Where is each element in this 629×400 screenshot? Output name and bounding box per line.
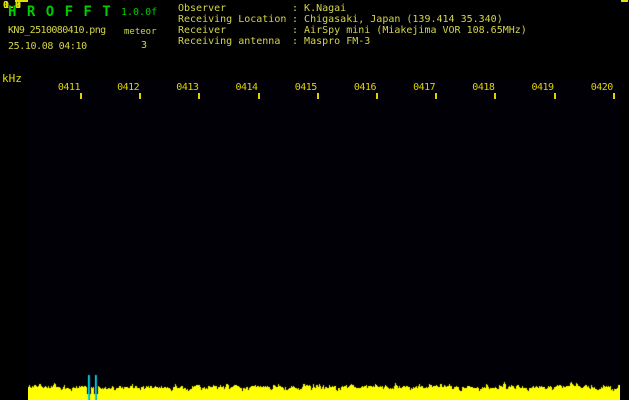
info-row: Receiver: AirSpy mini (Miakejima VOR 108… [178,25,527,36]
observation-datetime: 25.10.08 04:10 [8,41,87,52]
time-axis-label: 0416 [353,82,377,93]
time-axis-label: 0414 [235,82,259,93]
info-row: Receiving antenna: Maspro FM-3 [178,36,527,47]
hrofft-screen: H R O F F T 1.0.0f KN9_2510080410.png 25… [0,0,629,400]
time-axis-label: 0419 [531,82,555,93]
info-row: Observer: K.Nagai [178,3,527,14]
time-axis-label: 0413 [176,82,199,93]
receiver-info-block: Observer: K.Nagai Receiving Location: Chi… [178,3,527,47]
info-label: Receiving antenna [178,36,281,47]
time-axis-tick [494,93,497,99]
info-label: Receiving Location [178,14,287,25]
info-label: Receiver [178,25,227,36]
time-axis-tick [80,93,82,99]
time-axis-tick [612,93,615,99]
time-axis-label: 0412 [117,82,140,93]
spectrogram-canvas [28,80,620,400]
output-filename: KN9_2510080410.png [8,25,106,36]
freq-minor-tick-right [621,0,625,2]
time-axis-label: 0418 [472,82,495,93]
info-separator: : [292,25,305,36]
time-axis-label: 0420 [590,82,614,93]
time-axis-tick [553,93,556,99]
time-axis-tick [316,93,319,99]
info-value: K.Nagai [304,3,347,14]
time-axis-label: 0411 [57,82,81,93]
meteor-count-label: meteor [124,27,157,37]
info-value: AirSpy mini (Miakejima VOR 108.65MHz) [304,25,527,36]
time-axis-tick [435,93,438,99]
meteor-count-value: 3 [141,40,148,51]
freq-minor-tick-left [15,0,20,2]
info-separator: : [292,14,305,25]
time-axis-tick [139,93,142,99]
time-axis-tick [198,93,201,99]
freq-major-tick-left [20,0,28,2]
info-value: Maspro FM-3 [304,36,371,47]
time-axis-tick [376,93,378,99]
time-axis-tick [257,93,260,99]
time-axis-label: 0417 [413,82,436,93]
info-value: Chigasaki, Japan (139.414 35.340) [304,14,503,25]
app-version: 1.0.0f [121,7,158,18]
info-separator: : [292,36,305,47]
app-title: H R O F F T [8,4,112,20]
time-axis-label: 0415 [294,82,318,93]
freq-axis-unit-label: kHz [2,72,22,85]
info-row: Receiving Location: Chigasaki, Japan (13… [178,14,527,25]
info-label: Observer [178,3,227,14]
info-separator: : [292,3,305,14]
